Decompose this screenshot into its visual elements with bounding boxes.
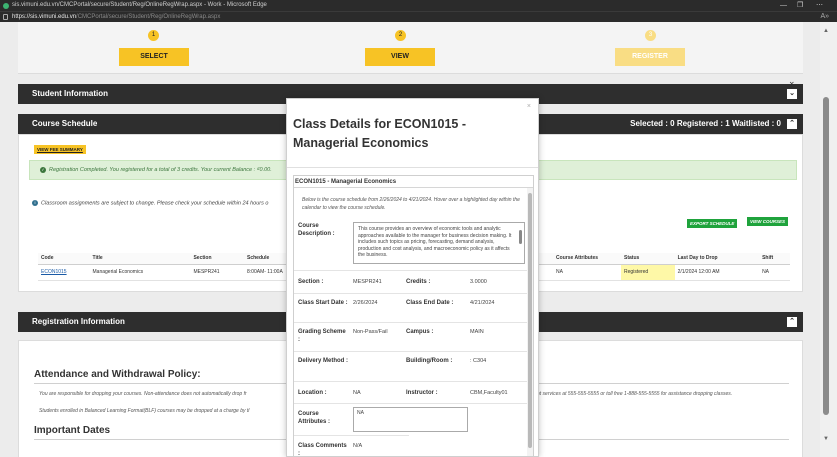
section-label: Section : xyxy=(298,279,324,285)
instructor-value: CBM,Faculty01 xyxy=(470,390,508,396)
start-date-value: 2/26/2024 xyxy=(353,300,378,306)
start-date-label: Class Start Date : xyxy=(298,300,348,306)
student-info-title: Student Information xyxy=(32,89,108,98)
col-last-day-to-drop: Last Day to Drop xyxy=(674,253,760,265)
end-date-value: 4/21/2024 xyxy=(470,300,495,306)
comments-value: N/A xyxy=(353,443,363,449)
attendance-heading: Attendance and Withdrawal Policy: xyxy=(34,369,201,380)
description-label: Course Description : xyxy=(298,223,335,237)
location-value: NA xyxy=(353,390,361,396)
info-icon: i xyxy=(32,200,38,206)
grading-campus-row: Grading Scheme : Non-Pass/Fail Campus : … xyxy=(294,322,527,351)
modal-scrollbar[interactable] xyxy=(527,188,533,456)
instructor-label: Instructor : xyxy=(406,390,438,396)
delivery-building-row: Delivery Method : Building/Room : : C304 xyxy=(294,351,527,381)
step-3-number: 3 xyxy=(645,30,656,41)
attributes-textarea[interactable]: NA xyxy=(353,407,468,432)
step-1-number: 1 xyxy=(148,30,159,41)
read-aloud-icon[interactable]: A» xyxy=(820,12,829,22)
collapse-chevron-icon[interactable]: ⌃ xyxy=(787,317,797,327)
address-bar[interactable]: https://sis.vimuni.edu.vn/CMCPortal/secu… xyxy=(0,11,837,22)
campus-value: MAIN xyxy=(470,329,484,335)
description-scrollbar[interactable] xyxy=(519,226,522,262)
dates-row: Class Start Date : 2/26/2024 Class End D… xyxy=(294,293,527,322)
last-day-to-drop: 2/1/2024 12:00 AM xyxy=(674,264,760,281)
url-host: https://sis.vimuni.edu.vn xyxy=(12,14,77,20)
edge-favicon-icon xyxy=(3,3,9,9)
course-attributes: NA xyxy=(553,264,622,281)
url-path: /CMCPortal/secure/Student/Reg/OnlineRegW… xyxy=(76,14,221,20)
modal-scrollbar-thumb[interactable] xyxy=(528,193,532,448)
scroll-down-icon[interactable]: ▼ xyxy=(823,436,829,442)
check-circle-icon: ✓ xyxy=(40,166,46,173)
scrollbar-thumb[interactable] xyxy=(823,97,829,415)
description-textarea[interactable]: This course provides an overview of econ… xyxy=(353,222,525,264)
view-fee-summary-link[interactable]: VIEW FEE SUMMARY xyxy=(34,145,86,154)
credits-value: 3.0000 xyxy=(470,279,487,285)
modal-title: Class Details for ECON1015 - Managerial … xyxy=(293,117,466,150)
window-title: sis.vimuni.edu.vn/CMCPortal/secure/Stude… xyxy=(12,2,267,8)
step-view-button[interactable]: VIEW xyxy=(365,48,435,66)
registration-counts: Selected : 0 Registered : 1 Waitlisted :… xyxy=(630,119,781,128)
attendance-text-2: Students enrolled in Balanced Learning F… xyxy=(39,408,250,414)
step-2-number: 2 xyxy=(395,30,406,41)
status-badge: Registered xyxy=(621,264,675,281)
attributes-row: Course Attributes : NA xyxy=(294,403,527,435)
expand-chevron-icon[interactable]: ⌄ xyxy=(787,89,797,99)
col-course-attributes: Course Attributes xyxy=(553,253,622,265)
minimize-icon[interactable]: — xyxy=(780,0,787,11)
classroom-info: i Classroom assignments are subject to ch… xyxy=(32,200,268,206)
important-dates-heading: Important Dates xyxy=(34,425,111,436)
comments-label: Class Comments : xyxy=(298,443,347,457)
info-text: Classroom assignments are subject to cha… xyxy=(41,200,269,207)
class-details-panel: ECON1015 - Managerial Economics Below is… xyxy=(293,175,534,457)
export-schedule-button[interactable]: EXPORT SCHEDULE xyxy=(687,219,738,228)
course-title: Managerial Economics xyxy=(89,264,191,281)
course-schedule-title: Course Schedule xyxy=(32,119,98,128)
step-register-button[interactable]: REGISTER xyxy=(615,48,685,66)
section-value: MESPR241 xyxy=(353,279,382,285)
grading-value: Non-Pass/Fail xyxy=(353,329,388,335)
attributes-label: Course Attributes : xyxy=(298,411,330,425)
comments-row: Class Comments : N/A xyxy=(294,435,409,457)
col-title: Title xyxy=(89,253,191,265)
location-label: Location : xyxy=(298,390,327,396)
view-courses-button[interactable]: VIEW COURSES xyxy=(747,217,789,226)
section-credits-row: Section : MESPR241 Credits : 3.0000 xyxy=(294,270,527,293)
restore-icon[interactable]: ❐ xyxy=(797,0,803,11)
attendance-text-1-right: nt services at 555-555-5555 or toll free… xyxy=(537,391,733,397)
col-status: Status xyxy=(621,253,675,265)
grading-label: Grading Scheme : xyxy=(298,329,346,343)
schedule-note: Below is the course schedule from 2/26/2… xyxy=(302,197,520,211)
col-code: Code xyxy=(38,253,90,265)
close-icon[interactable]: × xyxy=(527,103,531,110)
delivery-label: Delivery Method : xyxy=(298,358,349,364)
class-details-modal: × Class Details for ECON1015 - Manageria… xyxy=(286,98,539,457)
col-section: Section xyxy=(190,253,245,265)
modal-divider xyxy=(287,167,538,168)
course-shift: NA xyxy=(759,264,790,281)
attendance-text-1: You are responsible for dropping your co… xyxy=(39,391,247,397)
page-scrollbar[interactable]: ▲ ▼ xyxy=(820,22,837,457)
browser-titlebar: sis.vimuni.edu.vn/CMCPortal/secure/Stude… xyxy=(0,0,837,11)
registration-info-title: Registration Information xyxy=(32,317,125,326)
location-instructor-row: Location : NA Instructor : CBM,Faculty01 xyxy=(294,381,527,403)
course-heading: ECON1015 - Managerial Economics xyxy=(294,176,533,188)
lock-icon xyxy=(3,14,8,20)
course-code-link[interactable]: ECON1015 xyxy=(38,264,90,281)
campus-label: Campus : xyxy=(406,329,434,335)
building-label: Building/Room : xyxy=(406,358,453,364)
col-shift: Shift xyxy=(759,253,790,265)
more-icon[interactable]: ⋯ xyxy=(816,0,823,11)
credits-label: Credits : xyxy=(406,279,431,285)
alert-text: Registration Completed. You registered f… xyxy=(49,167,272,173)
registration-steps: 1 SELECT 2 VIEW 3 REGISTER xyxy=(18,22,803,74)
step-select-button[interactable]: SELECT xyxy=(119,48,189,66)
building-value: : C304 xyxy=(470,358,487,364)
scroll-up-icon[interactable]: ▲ xyxy=(823,28,829,34)
description-text: This course provides an overview of econ… xyxy=(358,226,512,258)
course-section: MESPR241 xyxy=(190,264,245,281)
collapse-chevron-icon[interactable]: ⌃ xyxy=(787,119,797,129)
end-date-label: Class End Date : xyxy=(406,300,454,306)
